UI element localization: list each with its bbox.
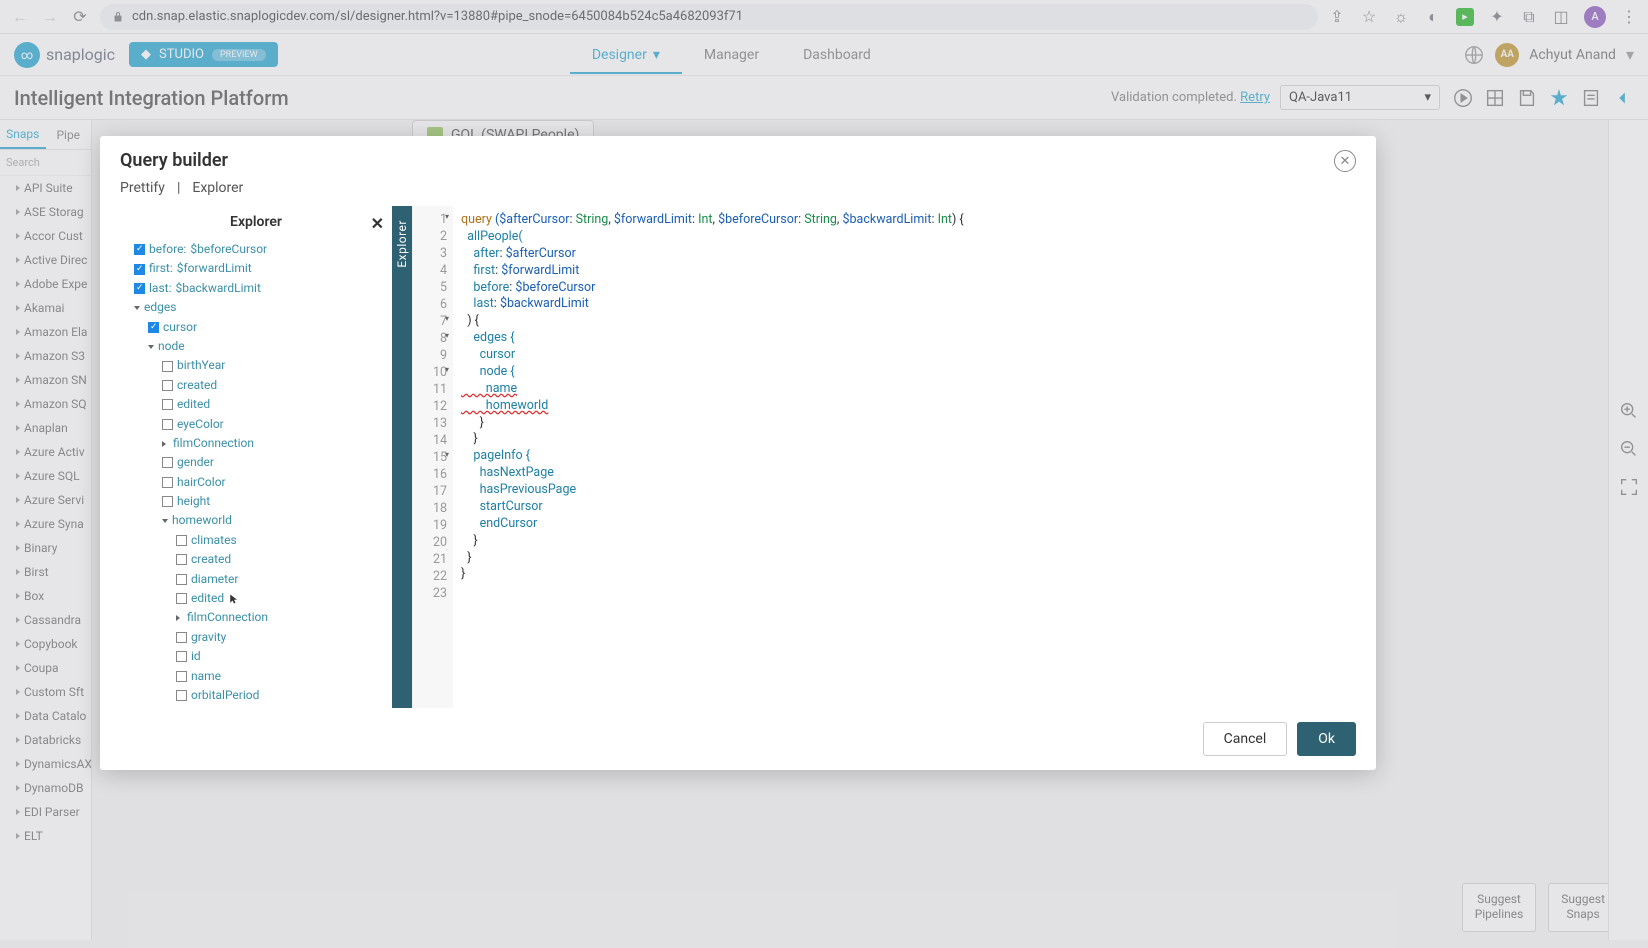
tree-item-cursor[interactable]: cursor [126, 318, 386, 337]
modal-close-button[interactable]: ✕ [1334, 150, 1356, 172]
tree-item-homeworld[interactable]: homeworld [126, 511, 386, 530]
checkbox-icon[interactable] [176, 574, 187, 585]
caret-down-icon[interactable] [148, 345, 154, 349]
checkbox-icon[interactable] [162, 380, 173, 391]
tree-item-hw-edited[interactable]: edited [126, 589, 386, 608]
checkbox-icon[interactable] [176, 554, 187, 565]
cursor-icon [228, 593, 240, 605]
tree-item-hw-filmconnection[interactable]: filmConnection [126, 608, 386, 627]
tree-item-eyecolor[interactable]: eyeColor [126, 415, 386, 434]
checkbox-icon[interactable] [134, 283, 145, 294]
checkbox-icon[interactable] [134, 264, 145, 275]
checkbox-icon[interactable] [176, 593, 187, 604]
checkbox-icon[interactable] [134, 244, 145, 255]
tree-item-node[interactable]: node [126, 337, 386, 356]
tree-item-before[interactable]: before: $beforeCursor [126, 240, 386, 259]
modal-subheader: Prettify | Explorer [100, 180, 1376, 206]
code-editor[interactable]: 1▾234567▾8▾910▾1112131415▾16171819202122… [412, 206, 1356, 708]
checkbox-icon[interactable] [162, 457, 173, 468]
tree-item-birthyear[interactable]: birthYear [126, 356, 386, 375]
ok-button[interactable]: Ok [1297, 722, 1356, 756]
tree-item-hw-climates[interactable]: climates [126, 531, 386, 550]
tree-item-hw-diameter[interactable]: diameter [126, 570, 386, 589]
modal-body: Explorer ✕ before: $beforeCursor first: … [100, 206, 1376, 708]
tree-item-height[interactable]: height [126, 492, 386, 511]
checkbox-icon[interactable] [162, 361, 173, 372]
checkbox-icon[interactable] [162, 496, 173, 507]
line-gutter: 1▾234567▾8▾910▾1112131415▾16171819202122… [413, 206, 453, 708]
explorer-header: Explorer ✕ [120, 206, 392, 238]
caret-right-icon[interactable] [162, 441, 169, 447]
tree-item-gender[interactable]: gender [126, 453, 386, 472]
checkbox-icon[interactable] [176, 671, 187, 682]
tree-item-first[interactable]: first: $forwardLimit [126, 259, 386, 278]
explorer-tree[interactable]: before: $beforeCursor first: $forwardLim… [120, 238, 392, 708]
tree-item-last[interactable]: last: $backwardLimit [126, 279, 386, 298]
checkbox-icon[interactable] [148, 322, 159, 333]
tree-item-hw-name[interactable]: name [126, 667, 386, 686]
tree-item-created[interactable]: created [126, 376, 386, 395]
caret-right-icon[interactable] [176, 615, 183, 621]
query-builder-modal: Query builder ✕ Prettify | Explorer Expl… [100, 136, 1376, 770]
caret-down-icon[interactable] [162, 519, 168, 523]
checkbox-icon[interactable] [176, 690, 187, 701]
code-area[interactable]: query ($afterCursor: String, $forwardLim… [453, 206, 1356, 708]
tree-item-hw-id[interactable]: id [126, 647, 386, 666]
tree-item-hw-orbitalperiod[interactable]: orbitalPeriod [126, 686, 386, 705]
checkbox-icon[interactable] [176, 651, 187, 662]
cancel-button[interactable]: Cancel [1203, 722, 1288, 756]
checkbox-icon[interactable] [176, 632, 187, 643]
explorer-close-button[interactable]: ✕ [371, 214, 384, 233]
checkbox-icon[interactable] [162, 399, 173, 410]
explorer-link[interactable]: Explorer [192, 180, 243, 196]
explorer-panel: Explorer ✕ before: $beforeCursor first: … [120, 206, 392, 708]
tree-item-hw-created[interactable]: created [126, 550, 386, 569]
tree-item-edited[interactable]: edited [126, 395, 386, 414]
modal-footer: Cancel Ok [100, 708, 1376, 770]
tree-item-hw-gravity[interactable]: gravity [126, 628, 386, 647]
prettify-link[interactable]: Prettify [120, 180, 165, 196]
checkbox-icon[interactable] [162, 477, 173, 488]
checkbox-icon[interactable] [162, 419, 173, 430]
tree-item-filmconnection[interactable]: filmConnection [126, 434, 386, 453]
checkbox-icon[interactable] [176, 535, 187, 546]
modal-header: Query builder ✕ [100, 136, 1376, 180]
modal-title: Query builder [120, 150, 228, 171]
explorer-vertical-tab[interactable]: Explorer [392, 206, 412, 708]
tree-item-edges[interactable]: edges [126, 298, 386, 317]
caret-down-icon[interactable] [134, 306, 140, 310]
tree-item-haircolor[interactable]: hairColor [126, 473, 386, 492]
